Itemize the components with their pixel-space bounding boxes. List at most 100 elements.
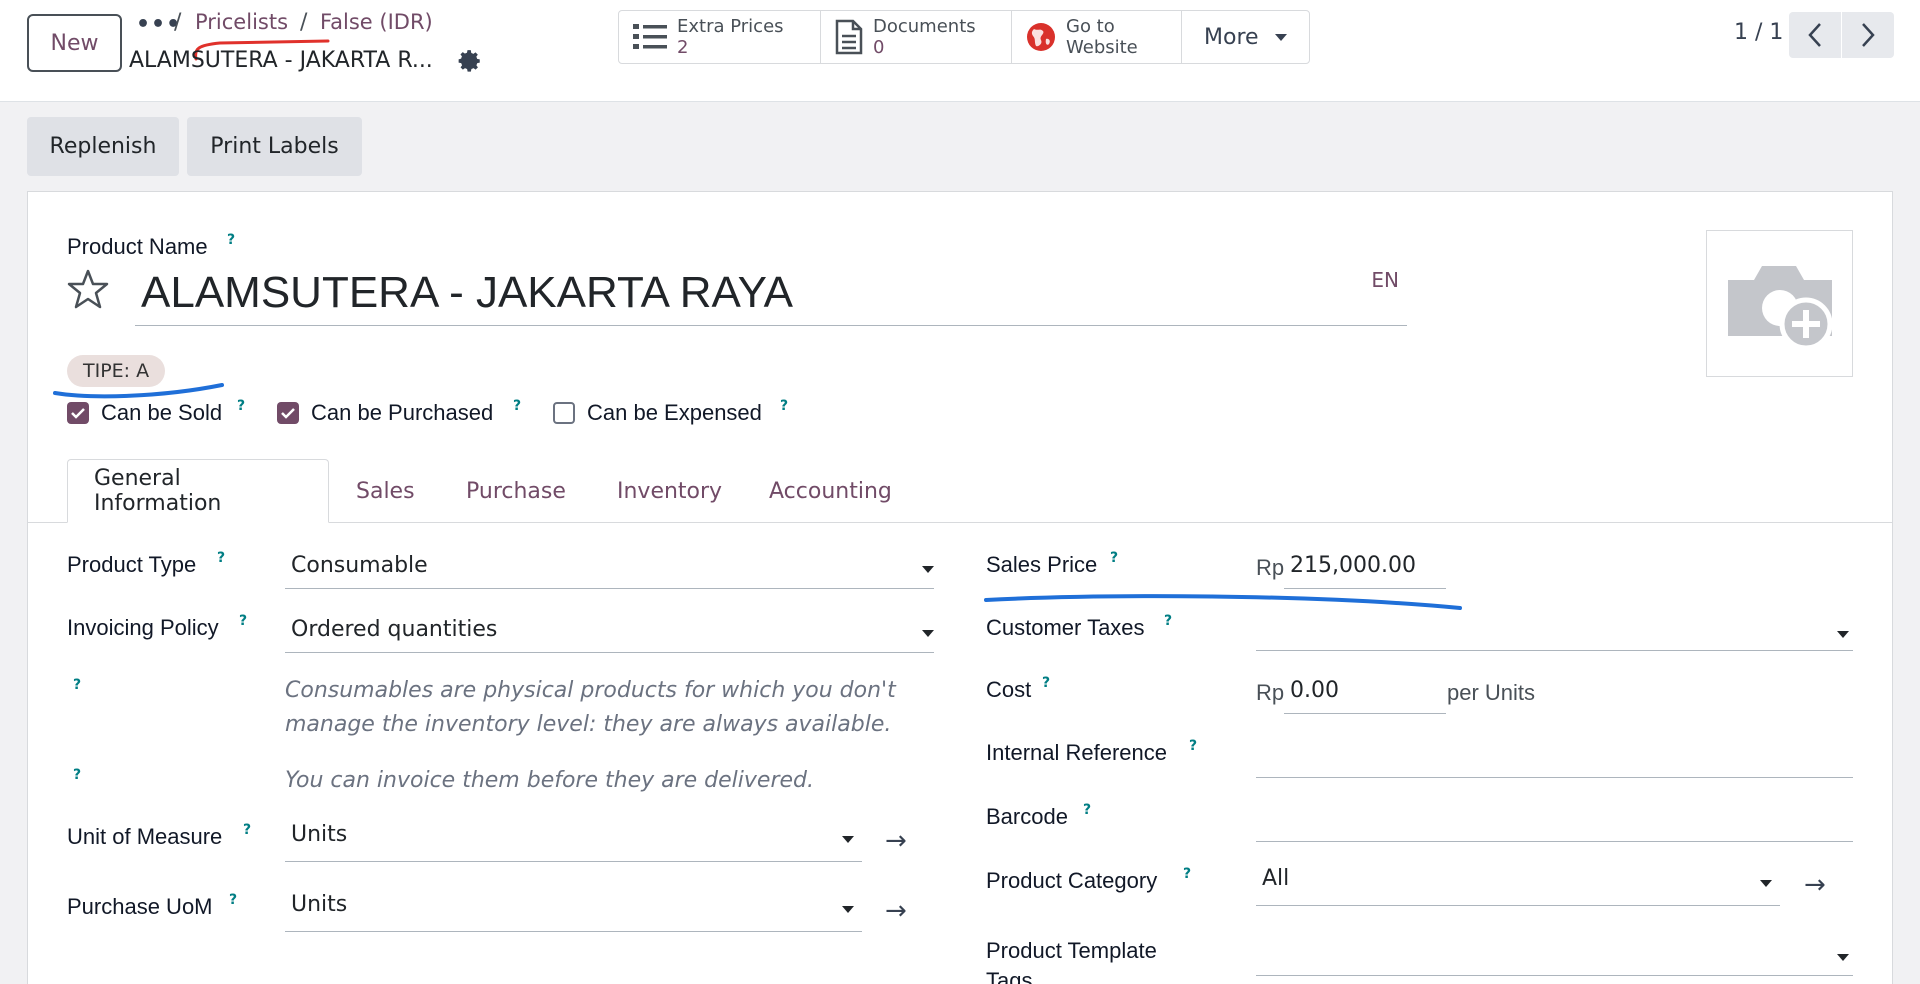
invoicing-policy-select[interactable]: Ordered quantities (285, 617, 934, 653)
help-icon[interactable]: ? (73, 767, 81, 783)
globe-icon (1027, 23, 1055, 51)
help-text-line: manage the inventory level: they are alw… (285, 712, 892, 737)
help-icon[interactable]: ? (1189, 738, 1197, 754)
currency-symbol: Rp (1256, 680, 1285, 705)
internal-link-arrow-icon[interactable]: → (885, 896, 907, 926)
barcode-input[interactable] (1256, 804, 1853, 842)
check-icon (281, 408, 295, 419)
tab-general-information[interactable]: General Information (67, 459, 329, 523)
tab-accounting[interactable]: Accounting (743, 459, 918, 523)
documents-count: 0 (873, 37, 885, 58)
help-icon[interactable]: ? (1183, 866, 1191, 882)
can-be-sold-label[interactable]: Can be Sold (101, 400, 222, 426)
breadcrumb-current-record: ALAMSUTERA - JAKARTA R... (129, 48, 433, 73)
new-button[interactable]: New (27, 14, 122, 72)
product-type-help-text: Consumables are physical products for wh… (285, 674, 896, 742)
purchase-uom-label: Purchase UoM (67, 894, 213, 919)
caret-down-icon (842, 906, 854, 913)
pager-next-button[interactable] (1842, 12, 1894, 58)
list-icon (633, 24, 667, 49)
caret-down-icon (922, 630, 934, 637)
purchase-uom-value: Units (291, 892, 348, 917)
sales-price-label: Sales Price (986, 552, 1098, 577)
product-image-upload[interactable] (1706, 230, 1853, 377)
control-panel: New ••• / Pricelists / False (IDR) ALAMS… (0, 0, 1920, 102)
barcode-label: Barcode (986, 804, 1068, 829)
product-template-tags-input[interactable] (1256, 940, 1853, 976)
pager-previous-button[interactable] (1789, 12, 1841, 58)
help-icon[interactable]: ? (780, 398, 788, 414)
star-icon[interactable] (66, 268, 110, 310)
cost-unit-label: per Units (1447, 680, 1536, 705)
extra-prices-label: Extra Prices (677, 16, 784, 37)
more-dropdown-button[interactable]: More (1182, 11, 1309, 63)
smart-buttons: Extra Prices 2 Documents 0 Go to Website… (618, 10, 1310, 64)
product-category-select[interactable]: All (1256, 866, 1780, 906)
blue-annotation-underline (53, 383, 224, 399)
tab-sales[interactable]: Sales (330, 459, 441, 523)
help-icon[interactable]: ? (243, 822, 251, 838)
sales-price-input[interactable]: 215,000.00 (1284, 553, 1446, 589)
print-labels-button[interactable]: Print Labels (187, 117, 362, 176)
documents-button[interactable]: Documents 0 (821, 11, 1012, 63)
product-name-value: ALAMSUTERA - JAKARTA RAYA (141, 268, 794, 317)
extra-prices-button[interactable]: Extra Prices 2 (619, 11, 821, 63)
can-be-expensed-label[interactable]: Can be Expensed (587, 400, 762, 426)
breadcrumb-separator: / (300, 10, 308, 35)
help-icon[interactable]: ? (1042, 675, 1050, 691)
language-button[interactable]: EN (1371, 268, 1399, 292)
invoicing-help-text: You can invoice them before they are del… (285, 768, 814, 793)
customer-taxes-label: Customer Taxes (986, 615, 1145, 640)
can-be-sold-checkbox[interactable] (67, 402, 89, 424)
go-to-website-label: Go to (1066, 16, 1115, 37)
tab-inventory[interactable]: Inventory (591, 459, 748, 523)
caret-down-icon (842, 836, 854, 843)
product-name-input[interactable]: ALAMSUTERA - JAKARTA RAYA EN (135, 262, 1407, 326)
product-name-label: Product Name (67, 234, 208, 259)
help-icon[interactable]: ? (227, 232, 235, 248)
help-icon[interactable]: ? (1110, 550, 1118, 566)
help-icon[interactable]: ? (1164, 613, 1172, 629)
caret-down-icon (1274, 33, 1287, 41)
blue-annotation-underline (984, 594, 1462, 610)
internal-reference-input[interactable] (1256, 740, 1853, 778)
can-be-expensed-checkbox[interactable] (553, 402, 575, 424)
invoicing-policy-label: Invoicing Policy (67, 615, 219, 640)
help-icon[interactable]: ? (237, 398, 245, 414)
internal-reference-label: Internal Reference (986, 740, 1167, 765)
breadcrumb-pricelist[interactable]: False (IDR) (320, 10, 433, 34)
customer-taxes-input[interactable] (1256, 617, 1853, 651)
cost-input[interactable]: 0.00 (1284, 678, 1446, 714)
help-text-line: Consumables are physical products for wh… (285, 678, 896, 703)
unit-of-measure-label: Unit of Measure (67, 824, 223, 849)
document-icon (835, 19, 863, 55)
chevron-left-icon (1808, 23, 1821, 47)
can-be-purchased-label[interactable]: Can be Purchased (311, 400, 493, 426)
documents-label: Documents (873, 16, 976, 37)
help-icon[interactable]: ? (217, 550, 225, 566)
go-to-website-button[interactable]: Go to Website (1012, 11, 1182, 63)
replenish-button[interactable]: Replenish (27, 117, 179, 176)
caret-down-icon (922, 566, 934, 573)
help-icon[interactable]: ? (513, 398, 521, 414)
can-be-purchased-checkbox[interactable] (277, 402, 299, 424)
chevron-right-icon (1862, 23, 1875, 47)
help-icon[interactable]: ? (1083, 802, 1091, 818)
unit-of-measure-select[interactable]: Units (285, 822, 862, 862)
gear-icon[interactable] (457, 48, 483, 74)
breadcrumb-pricelists[interactable]: Pricelists (195, 10, 288, 34)
help-icon[interactable]: ? (239, 613, 247, 629)
product-template-tags-label-2: Tags (986, 968, 1033, 984)
product-type-label: Product Type (67, 552, 197, 577)
product-type-select[interactable]: Consumable (285, 553, 934, 589)
help-icon[interactable]: ? (73, 677, 81, 693)
purchase-uom-select[interactable]: Units (285, 892, 862, 932)
help-icon[interactable]: ? (229, 892, 237, 908)
internal-link-arrow-icon[interactable]: → (1804, 870, 1826, 900)
pager-value[interactable]: 1 / 1 (1734, 20, 1783, 45)
tab-purchase[interactable]: Purchase (440, 459, 592, 523)
internal-link-arrow-icon[interactable]: → (885, 826, 907, 856)
product-template-tags-label: Product Template (986, 938, 1157, 963)
check-icon (71, 408, 85, 419)
unit-of-measure-value: Units (291, 822, 348, 847)
